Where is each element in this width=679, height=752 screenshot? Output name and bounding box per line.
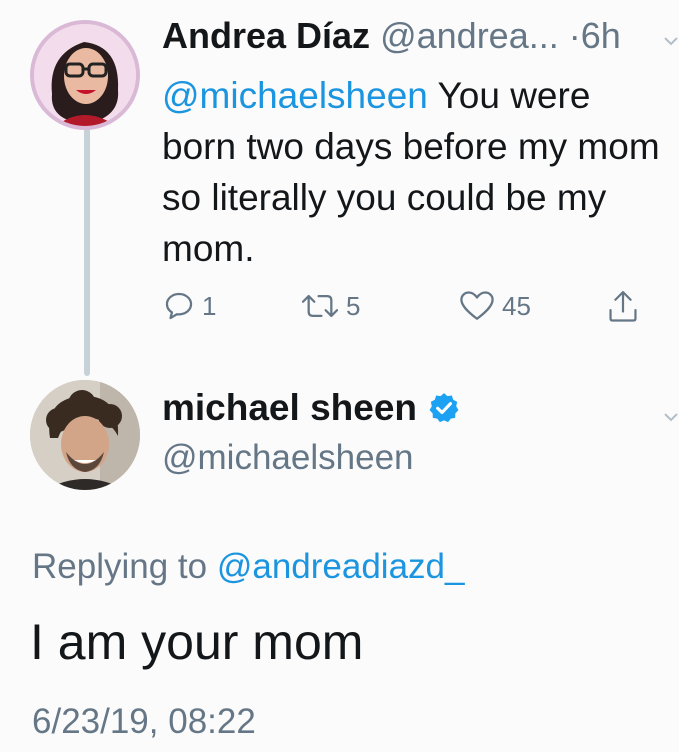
replying-to-label: Replying to (32, 547, 217, 586)
like-button[interactable]: 45 (458, 286, 531, 326)
tweet1-text: @michaelsheen You were born two days bef… (162, 70, 662, 274)
share-icon (609, 291, 637, 322)
tweet1-separator: · (568, 15, 581, 56)
avatar-andrea[interactable] (30, 20, 140, 130)
tweet1-mention-link[interactable]: @michaelsheen (162, 75, 428, 116)
replying-to-line: Replying to @andreadiazd_ (32, 545, 464, 589)
tweet1-author-name[interactable]: Andrea Díaz (162, 15, 370, 56)
like-count: 45 (502, 290, 531, 321)
tweet2-author-name-row: michael sheen (162, 386, 461, 430)
reply-count: 1 (202, 290, 217, 321)
reply-icon (165, 292, 193, 320)
reply-button[interactable]: 1 (162, 286, 216, 326)
verified-badge-icon (429, 393, 459, 423)
share-button[interactable] (606, 286, 640, 326)
retweet-count: 5 (346, 290, 361, 321)
tweet1-actions: 1 5 45 (162, 286, 652, 326)
chevron-down-icon[interactable] (664, 22, 678, 53)
retweet-icon (301, 294, 339, 318)
tweet2-chevron-down-icon[interactable] (664, 398, 678, 429)
avatar-michael-sheen[interactable] (30, 380, 140, 490)
tweet2-timestamp[interactable]: 6/23/19, 08:22 (32, 700, 256, 744)
heart-icon (460, 291, 494, 320)
tweet2-author-name[interactable]: michael sheen (162, 386, 417, 430)
tweet1-header: Andrea Díaz @andrea... ·6h (162, 14, 621, 58)
avatar-andrea-image (34, 24, 136, 126)
tweet1-time[interactable]: 6h (581, 15, 621, 56)
avatar-michael-sheen-image (30, 380, 140, 490)
thread-connector-line (84, 128, 90, 376)
tweet1-author-handle[interactable]: @andrea... (380, 15, 559, 56)
replying-to-link[interactable]: @andreadiazd_ (217, 547, 465, 586)
tweet2-author-handle[interactable]: @michaelsheen (162, 436, 414, 480)
retweet-button[interactable]: 5 (300, 286, 360, 326)
tweet2-text: I am your mom (30, 614, 364, 670)
